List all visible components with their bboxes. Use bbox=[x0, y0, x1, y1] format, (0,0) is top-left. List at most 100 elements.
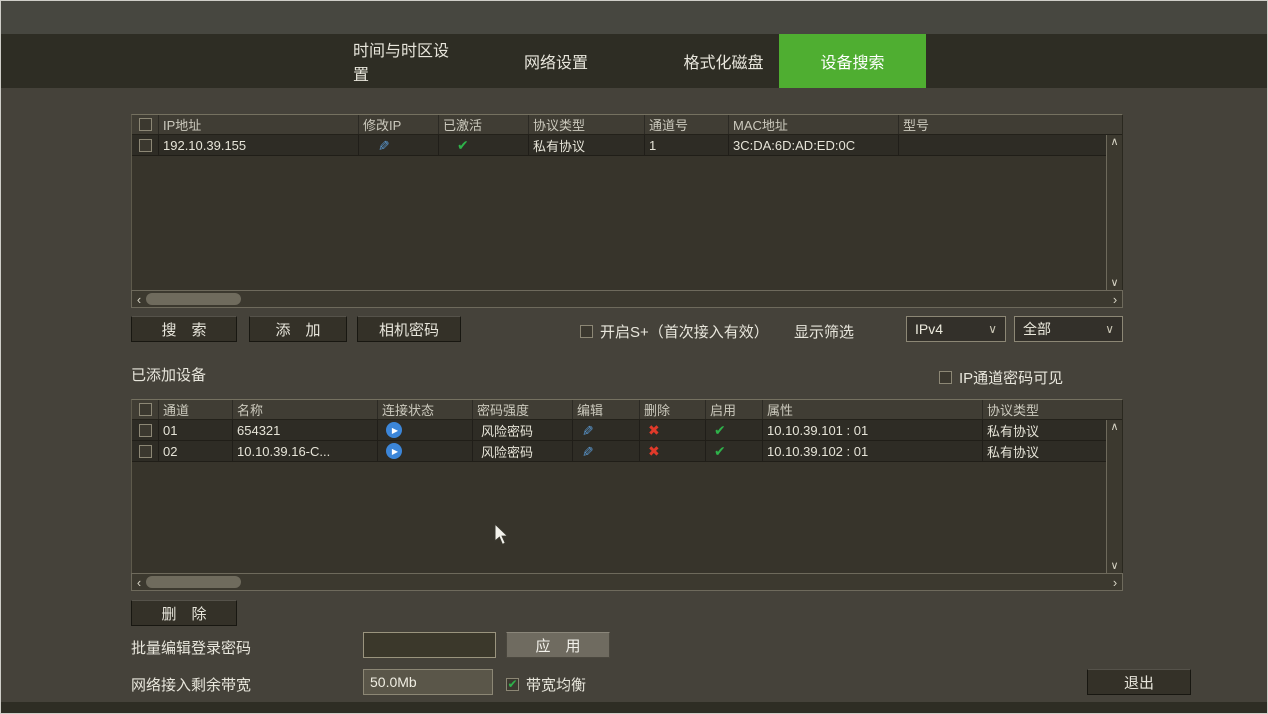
delete-x-icon[interactable]: ✖ bbox=[648, 443, 660, 460]
row-checkbox[interactable] bbox=[132, 420, 158, 440]
select-all-checkbox[interactable] bbox=[132, 115, 158, 134]
play-status-icon[interactable]: ▶ bbox=[386, 422, 402, 438]
scope-filter-select[interactable]: 全部 ∨ bbox=[1014, 316, 1123, 342]
edit-ip-cell[interactable]: ✎ bbox=[358, 135, 438, 155]
connection-status-cell[interactable]: ▶ bbox=[377, 441, 472, 461]
delete-cell[interactable]: ✖ bbox=[639, 420, 705, 440]
bandwidth-balance-checkbox[interactable]: ✔ bbox=[506, 678, 519, 691]
splus-label: 开启S+（首次接入有效） bbox=[600, 321, 769, 342]
scroll-down-icon[interactable]: ∨ bbox=[1110, 276, 1118, 290]
col-edit-ip: 修改IP bbox=[358, 115, 438, 134]
enable-cell[interactable]: ✔ bbox=[705, 420, 762, 440]
name-cell: 10.10.39.16-C... bbox=[232, 441, 377, 461]
scrollbar-thumb[interactable] bbox=[146, 576, 241, 588]
chevron-down-icon: ∨ bbox=[1105, 322, 1114, 336]
ip-password-visible-checkbox-row[interactable]: IP通道密码可见 bbox=[939, 367, 1063, 388]
col-name: 名称 bbox=[232, 400, 377, 419]
tab-device-search[interactable]: 设备搜索 bbox=[779, 34, 926, 88]
pencil-icon[interactable]: ✎ bbox=[578, 445, 595, 457]
batch-password-input[interactable] bbox=[363, 632, 496, 658]
select-all-checkbox[interactable] bbox=[132, 400, 158, 419]
attribute-cell: 10.10.39.101 : 01 bbox=[762, 420, 982, 440]
checkbox bbox=[139, 445, 152, 458]
pencil-icon[interactable]: ✎ bbox=[374, 139, 391, 151]
remaining-bandwidth-label: 网络接入剩余带宽 bbox=[131, 674, 251, 695]
row-checkbox[interactable] bbox=[132, 441, 158, 461]
bandwidth-input[interactable] bbox=[363, 669, 493, 695]
settings-tab-bar: 时间与时区设置 网络设置 格式化磁盘 设备搜索 bbox=[1, 34, 1267, 88]
ip-password-visible-label: IP通道密码可见 bbox=[959, 367, 1063, 388]
scroll-down-icon[interactable]: ∨ bbox=[1110, 559, 1118, 573]
search-table-header: IP地址 修改IP 已激活 协议类型 通道号 MAC地址 型号 bbox=[132, 115, 1122, 135]
connection-status-cell[interactable]: ▶ bbox=[377, 420, 472, 440]
apply-button[interactable]: 应 用 bbox=[506, 632, 610, 658]
protocol-cell: 私有协议 bbox=[982, 441, 1122, 461]
name-cell: 654321 bbox=[232, 420, 377, 440]
password-strength-cell: 风险密码 bbox=[472, 441, 572, 461]
channel-count-cell: 1 bbox=[644, 135, 728, 155]
col-activated: 已激活 bbox=[438, 115, 528, 134]
enable-splus-checkbox-row[interactable]: 开启S+（首次接入有效） bbox=[580, 321, 769, 342]
table-row[interactable]: 192.10.39.155 ✎ ✔ 私有协议 1 3C:DA:6D:AD:ED:… bbox=[132, 135, 1122, 156]
col-channel-count: 通道号 bbox=[644, 115, 728, 134]
delete-x-icon[interactable]: ✖ bbox=[648, 422, 660, 439]
scroll-left-icon[interactable]: ‹ bbox=[132, 292, 146, 307]
scroll-up-icon[interactable]: ∧ bbox=[1110, 135, 1118, 149]
col-protocol-type: 协议类型 bbox=[982, 400, 1122, 419]
horizontal-scrollbar[interactable]: ‹ › bbox=[131, 573, 1123, 591]
channel-cell: 01 bbox=[158, 420, 232, 440]
scroll-right-icon[interactable]: › bbox=[1108, 575, 1122, 590]
pencil-icon[interactable]: ✎ bbox=[578, 424, 595, 436]
vertical-scrollbar[interactable]: ∧ ∨ bbox=[1106, 135, 1122, 290]
scrollbar-thumb[interactable] bbox=[146, 293, 241, 305]
ip-password-visible-checkbox[interactable] bbox=[939, 371, 952, 384]
col-password-strength: 密码强度 bbox=[472, 400, 572, 419]
vertical-scrollbar[interactable]: ∧ ∨ bbox=[1106, 420, 1122, 573]
enable-cell[interactable]: ✔ bbox=[705, 441, 762, 461]
tab-format-disk[interactable]: 格式化磁盘 bbox=[661, 34, 786, 88]
row-checkbox[interactable] bbox=[132, 135, 158, 155]
search-results-table: IP地址 修改IP 已激活 协议类型 通道号 MAC地址 型号 192.10.3… bbox=[131, 114, 1123, 290]
col-ip-address: IP地址 bbox=[158, 115, 358, 134]
tab-time-timezone[interactable]: 时间与时区设置 bbox=[341, 34, 476, 88]
tab-network[interactable]: 网络设置 bbox=[501, 34, 611, 88]
checkbox bbox=[139, 118, 152, 131]
check-icon: ✔ bbox=[507, 679, 517, 690]
scroll-up-icon[interactable]: ∧ bbox=[1110, 420, 1118, 434]
play-status-icon[interactable]: ▶ bbox=[386, 443, 402, 459]
horizontal-scrollbar[interactable]: ‹ › bbox=[131, 290, 1123, 308]
bottom-strip bbox=[1, 702, 1267, 713]
mouse-cursor bbox=[494, 523, 511, 546]
delete-cell[interactable]: ✖ bbox=[639, 441, 705, 461]
protocol-cell: 私有协议 bbox=[528, 135, 644, 155]
bandwidth-balance-label: 带宽均衡 bbox=[526, 674, 586, 695]
protocol-cell: 私有协议 bbox=[982, 420, 1122, 440]
added-table-header: 通道 名称 连接状态 密码强度 编辑 删除 启用 属性 协议类型 bbox=[132, 400, 1122, 420]
ip-version-value: IPv4 bbox=[915, 321, 943, 337]
scroll-left-icon[interactable]: ‹ bbox=[132, 575, 146, 590]
col-delete: 删除 bbox=[639, 400, 705, 419]
checkbox bbox=[139, 403, 152, 416]
scroll-right-icon[interactable]: › bbox=[1108, 292, 1122, 307]
exit-button[interactable]: 退出 bbox=[1087, 669, 1191, 695]
col-protocol-type: 协议类型 bbox=[528, 115, 644, 134]
col-connection-status: 连接状态 bbox=[377, 400, 472, 419]
search-button[interactable]: 搜 索 bbox=[131, 316, 237, 342]
camera-password-button[interactable]: 相机密码 bbox=[357, 316, 461, 342]
col-enable: 启用 bbox=[705, 400, 762, 419]
ip-version-select[interactable]: IPv4 ∨ bbox=[906, 316, 1006, 342]
edit-cell[interactable]: ✎ bbox=[572, 420, 639, 440]
splus-checkbox[interactable] bbox=[580, 325, 593, 338]
mac-cell: 3C:DA:6D:AD:ED:0C bbox=[728, 135, 898, 155]
table-row[interactable]: 01 654321 ▶ 风险密码 ✎ ✖ ✔ 10.10.39.101 : 01… bbox=[132, 420, 1122, 441]
table-row[interactable]: 02 10.10.39.16-C... ▶ 风险密码 ✎ ✖ ✔ 10.10.3… bbox=[132, 441, 1122, 462]
show-filter-label: 显示筛选 bbox=[794, 321, 854, 342]
bandwidth-balance-checkbox-row[interactable]: ✔ 带宽均衡 bbox=[506, 674, 586, 695]
check-icon[interactable]: ✔ bbox=[714, 443, 726, 460]
delete-button[interactable]: 删 除 bbox=[131, 600, 237, 626]
add-button[interactable]: 添 加 bbox=[249, 316, 347, 342]
check-icon[interactable]: ✔ bbox=[714, 422, 726, 439]
edit-cell[interactable]: ✎ bbox=[572, 441, 639, 461]
scope-value: 全部 bbox=[1023, 319, 1051, 339]
activated-cell: ✔ bbox=[438, 135, 528, 155]
